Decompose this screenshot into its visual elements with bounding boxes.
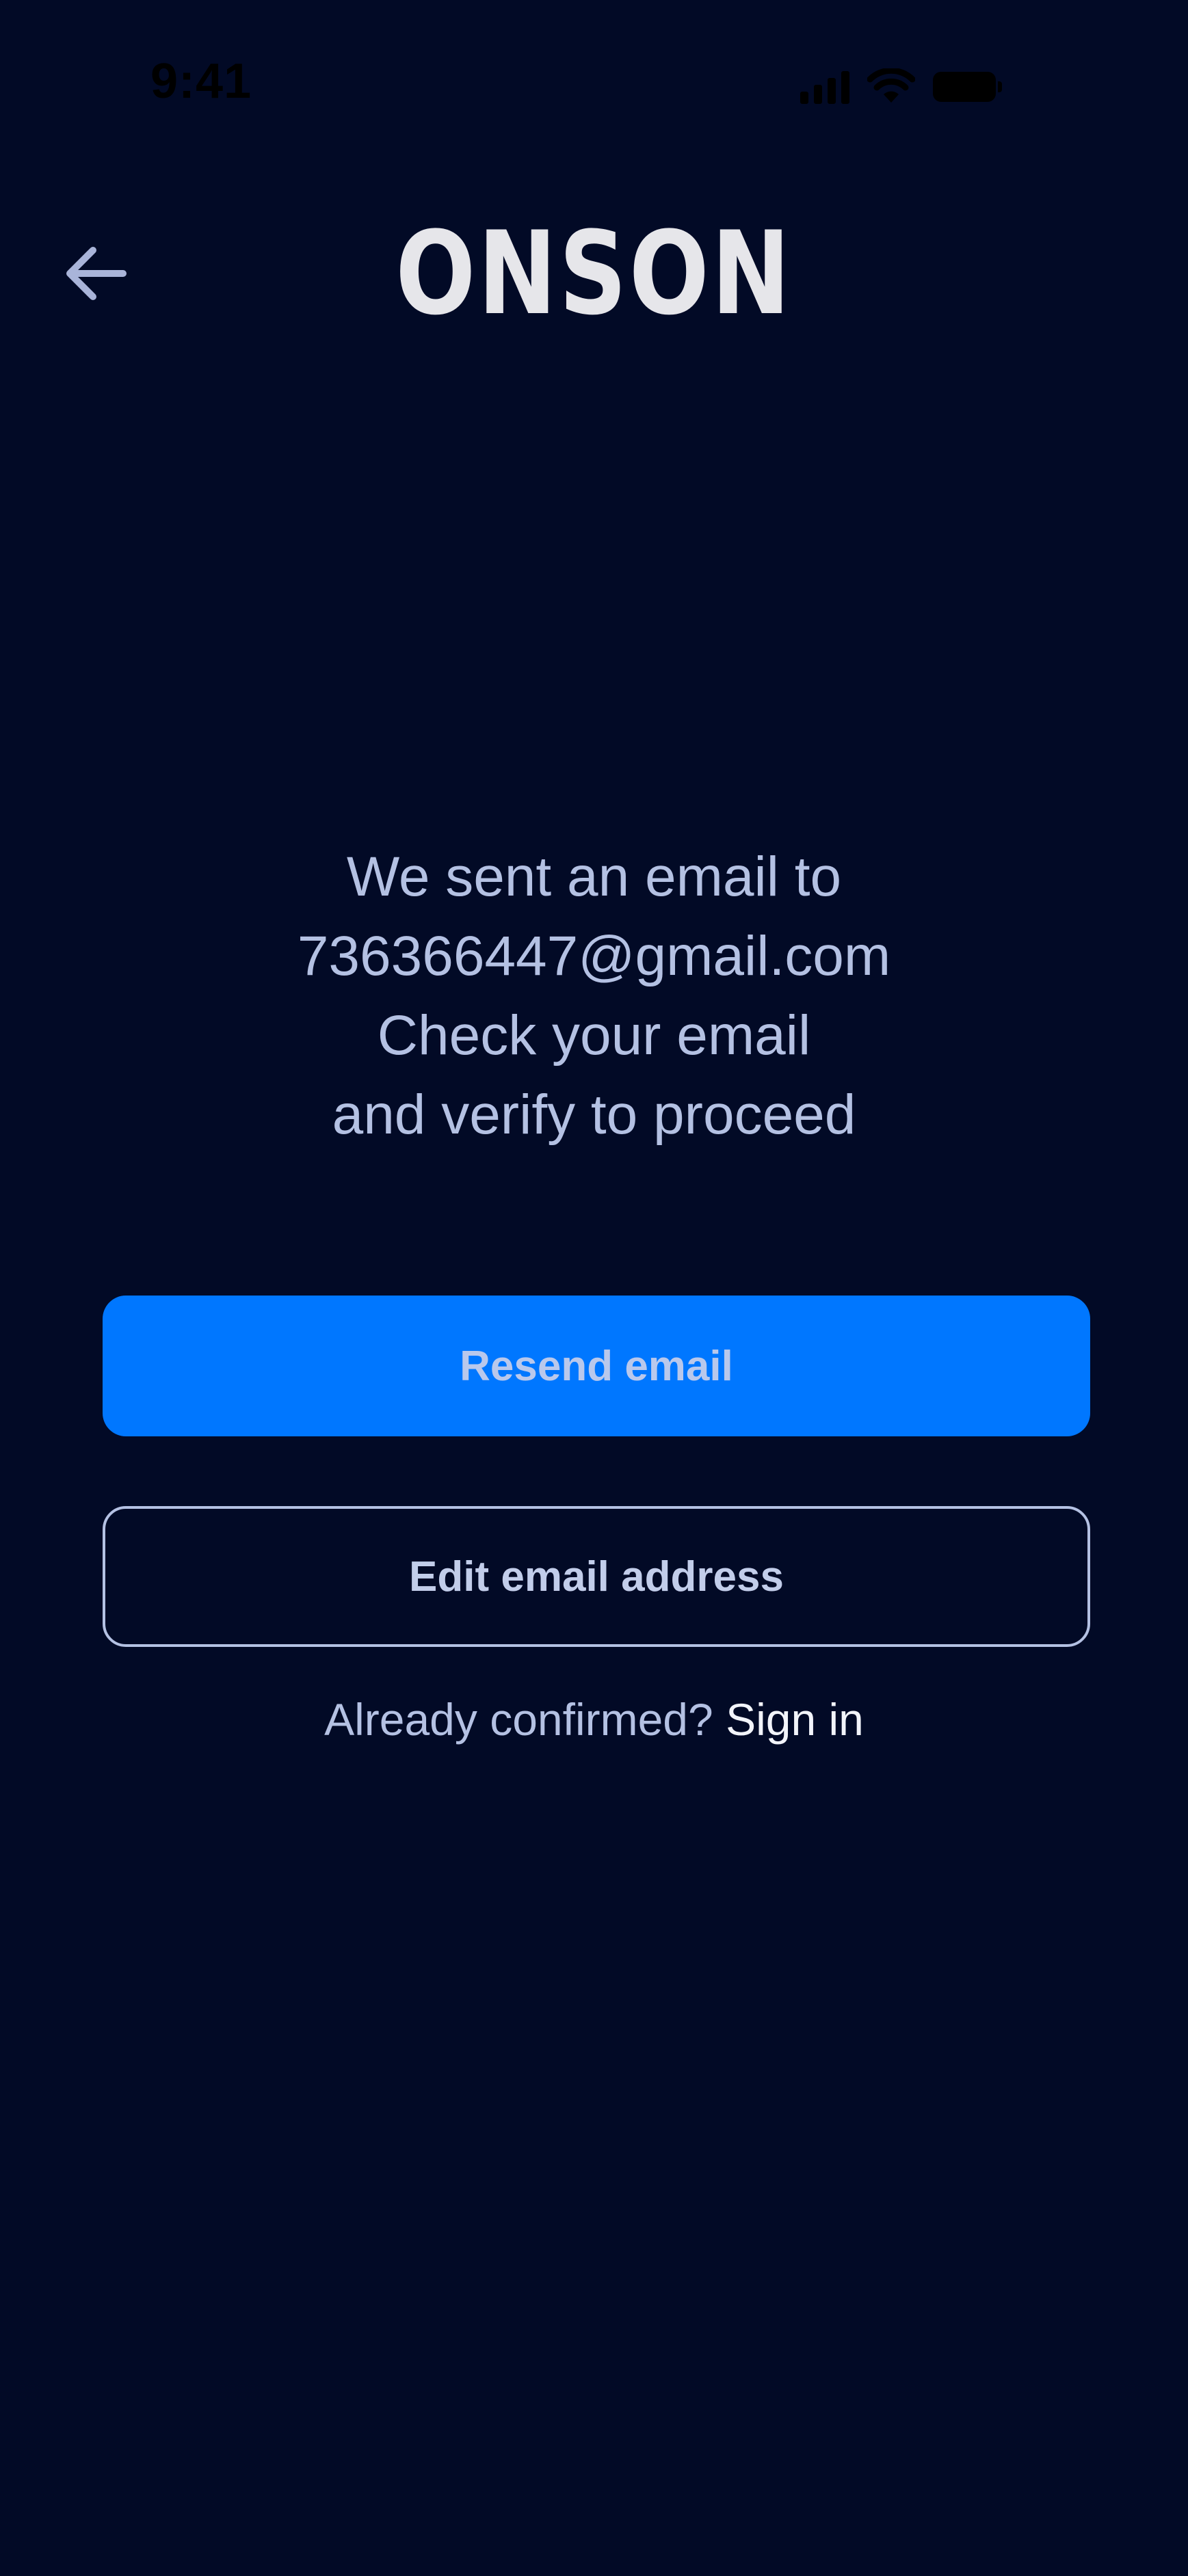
resend-email-label: Resend email: [460, 1342, 733, 1390]
status-time: 9:41: [150, 54, 252, 109]
resend-email-button[interactable]: Resend email: [103, 1296, 1090, 1436]
signin-row: Already confirmed? Sign in: [0, 1689, 1188, 1750]
email-verification-screen: 9:41 ONSON We sent an email to 736366447…: [0, 0, 1188, 2576]
app-logo: ONSON: [395, 206, 793, 340]
status-icons: [800, 63, 1002, 104]
wifi-icon: [867, 68, 915, 103]
edit-email-label: Edit email address: [409, 1553, 784, 1600]
message-line-4: and verify to proceed: [332, 1084, 856, 1146]
email-address: 736366447@gmail.com: [297, 925, 891, 987]
verification-message: We sent an email to 736366447@gmail.com …: [0, 837, 1188, 1155]
message-line-1: We sent an email to: [346, 846, 842, 908]
battery-icon: [933, 72, 1002, 102]
edit-email-button[interactable]: Edit email address: [103, 1506, 1090, 1647]
message-line-3: Check your email: [377, 1004, 811, 1066]
signin-link[interactable]: Sign in: [726, 1694, 864, 1745]
signin-prompt: Already confirmed?: [324, 1694, 726, 1745]
status-bar: 9:41: [0, 0, 1188, 171]
cellular-signal-icon: [800, 70, 849, 104]
